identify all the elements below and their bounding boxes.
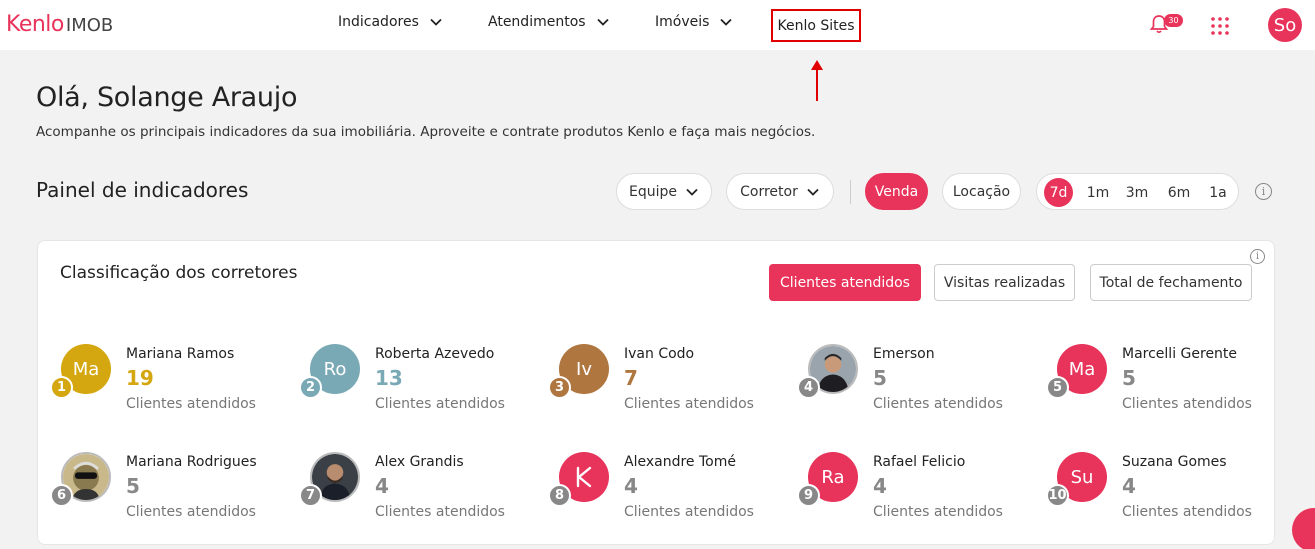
nav-kenlo-sites[interactable]: Kenlo Sites [771, 9, 861, 42]
broker-count: 7 [624, 366, 638, 390]
nav-imoveis[interactable]: Imóveis [655, 14, 733, 30]
rent-toggle[interactable]: Locação [942, 173, 1021, 210]
broker-name: Emerson [873, 346, 935, 362]
rank-badge: 9 [797, 484, 820, 507]
broker-name: Alex Grandis [375, 454, 464, 470]
top-navigation-bar: Kenlo IMOB Indicadores Atendimentos Imóv… [0, 0, 1315, 50]
broker-filter-dropdown[interactable]: Corretor [726, 173, 834, 210]
team-filter-label: Equipe [629, 183, 677, 200]
broker-count: 13 [375, 366, 403, 390]
rank-badge: 7 [299, 484, 322, 507]
info-icon[interactable]: i [1250, 249, 1265, 264]
broker-metric-label: Clientes atendidos [126, 396, 256, 412]
info-icon[interactable]: i [1255, 183, 1272, 200]
broker-list-item[interactable]: Ma 1 Mariana Ramos 19 Clientes atendidos [50, 344, 301, 424]
broker-metric-label: Clientes atendidos [126, 504, 256, 520]
nav-atendimentos[interactable]: Atendimentos [488, 14, 610, 30]
period-selector: 7d 1m 3m 6m 1a [1036, 173, 1239, 210]
nav-atendimentos-label: Atendimentos [488, 14, 586, 30]
sale-toggle[interactable]: Venda [865, 173, 928, 210]
chevron-down-icon [430, 18, 442, 26]
nav-indicadores[interactable]: Indicadores [338, 14, 443, 30]
broker-count: 5 [1122, 366, 1136, 390]
broker-metric-label: Clientes atendidos [375, 504, 505, 520]
broker-filter-label: Corretor [740, 183, 798, 200]
apps-grid-icon[interactable] [1211, 17, 1229, 35]
rank-badge: 6 [50, 484, 73, 507]
tab-visitas-realizadas[interactable]: Visitas realizadas [934, 264, 1075, 301]
nav-kenlo-sites-label: Kenlo Sites [777, 17, 855, 34]
rank-badge: 2 [299, 376, 322, 399]
logo-mark: Kenlo [6, 12, 64, 37]
broker-metric-label: Clientes atendidos [624, 396, 754, 412]
broker-count: 4 [1122, 474, 1136, 498]
broker-list-item[interactable]: Iv 3 Ivan Codo 7 Clientes atendidos [548, 344, 799, 424]
greeting-subtitle: Acompanhe os principais indicadores da s… [36, 124, 816, 140]
period-6m[interactable]: 6m [1165, 178, 1193, 207]
broker-name: Ivan Codo [624, 346, 695, 362]
broker-metric-label: Clientes atendidos [873, 504, 1003, 520]
broker-metric-label: Clientes atendidos [1122, 504, 1252, 520]
rank-badge: 5 [1046, 376, 1069, 399]
rank-badge: 4 [797, 376, 820, 399]
user-avatar[interactable]: So [1268, 8, 1302, 42]
kenlo-logo[interactable]: Kenlo IMOB [6, 12, 113, 37]
tab-total-fechamento[interactable]: Total de fechamento [1090, 264, 1252, 301]
chevron-down-icon [596, 18, 609, 26]
broker-count: 5 [873, 366, 887, 390]
broker-count: 4 [873, 474, 887, 498]
chevron-down-icon [720, 18, 733, 26]
panel-title: Painel de indicadores [36, 178, 249, 202]
sale-toggle-label: Venda [874, 183, 919, 200]
broker-metric-label: Clientes atendidos [375, 396, 505, 412]
broker-list-item[interactable]: Ro 2 Roberta Azevedo 13 Clientes atendidos [299, 344, 550, 424]
broker-count: 19 [126, 366, 154, 390]
broker-list-item[interactable]: Su 10 Suzana Gomes 4 Clientes atendidos [1046, 452, 1297, 532]
period-7d[interactable]: 7d [1044, 178, 1073, 207]
broker-name: Rafael Felicio [873, 454, 966, 470]
rank-badge: 10 [1046, 484, 1069, 507]
rank-badge: 3 [548, 376, 571, 399]
period-3m[interactable]: 3m [1123, 178, 1151, 207]
broker-metric-label: Clientes atendidos [1122, 396, 1252, 412]
nav-imoveis-label: Imóveis [655, 14, 710, 30]
logo-subtitle: IMOB [65, 15, 114, 36]
broker-count: 4 [624, 474, 638, 498]
broker-count: 4 [375, 474, 389, 498]
broker-name: Alexandre Tomé [624, 454, 736, 470]
rank-badge: 8 [548, 484, 571, 507]
broker-list-item[interactable]: Ma 5 Marcelli Gerente 5 Clientes atendidos [1046, 344, 1297, 424]
broker-list-item[interactable]: 4 Emerson 5 Clientes atendidos [797, 344, 1048, 424]
broker-name: Marcelli Gerente [1122, 346, 1238, 362]
ranking-title: Classificação dos corretores [60, 263, 298, 283]
notification-count-badge: 30 [1164, 14, 1183, 27]
team-filter-dropdown[interactable]: Equipe [616, 173, 712, 210]
broker-name: Roberta Azevedo [375, 346, 495, 362]
broker-name: Mariana Ramos [126, 346, 235, 362]
rank-badge: 1 [50, 376, 73, 399]
broker-metric-label: Clientes atendidos [873, 396, 1003, 412]
chevron-down-icon [686, 188, 698, 196]
broker-metric-label: Clientes atendidos [624, 504, 754, 520]
broker-name: Suzana Gomes [1122, 454, 1227, 470]
period-1a[interactable]: 1a [1205, 178, 1231, 207]
annotation-arrow-icon [811, 60, 823, 101]
nav-indicadores-label: Indicadores [338, 14, 419, 30]
chevron-down-icon [807, 188, 819, 196]
greeting-title: Olá, Solange Araujo [36, 82, 298, 113]
broker-list-item[interactable]: 7 Alex Grandis 4 Clientes atendidos [299, 452, 550, 532]
broker-list-item[interactable]: 6 Mariana Rodrigues 5 Clientes atendidos [50, 452, 301, 532]
kenlo-k-icon [576, 466, 592, 488]
broker-list-item[interactable]: Ra 9 Rafael Felicio 4 Clientes atendidos [797, 452, 1048, 532]
broker-ranking-card: Classificação dos corretores i Clientes … [37, 240, 1275, 545]
period-1m[interactable]: 1m [1084, 178, 1112, 207]
broker-name: Mariana Rodrigues [126, 454, 257, 470]
rent-toggle-label: Locação [952, 183, 1011, 200]
tab-clientes-atendidos[interactable]: Clientes atendidos [769, 264, 921, 301]
broker-list-item[interactable]: 8 Alexandre Tomé 4 Clientes atendidos [548, 452, 799, 532]
filter-divider [850, 180, 851, 204]
broker-count: 5 [126, 474, 140, 498]
